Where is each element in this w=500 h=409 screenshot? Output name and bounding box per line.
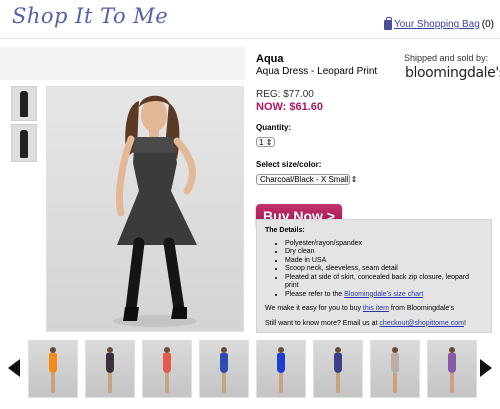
carousel-product-thumbnail[interactable] [427,340,477,398]
model-figure [390,347,400,395]
carousel-product-thumbnail[interactable] [256,340,306,398]
this-item-link[interactable]: this item [363,305,389,312]
details-item: Pleated at side of skirt, concealed back… [285,274,483,291]
model-figure [219,347,229,395]
product-name: Aqua Dress - Leopard Print [256,66,378,77]
bloomingdales-logo: bloomingdale's [405,65,500,81]
regular-price: REG: $77.00 [256,89,314,100]
carousel-prev-arrow-icon[interactable] [8,359,20,377]
product-brand: Aqua [256,53,284,65]
model-figure [48,347,58,395]
carousel-product-thumbnail[interactable] [199,340,249,398]
buy-note-prefix: We make it easy for you to buy [265,305,363,312]
quantity-select[interactable]: 1 ⇕ [256,137,276,147]
email-note-prefix: Still want to know more? Email us at [265,319,380,327]
main-product-photo [46,86,244,332]
select-arrows-icon: ⇕ [265,138,273,147]
seller-label: Shipped and sold by: [404,53,489,63]
details-list: Polyester/rayon/spandex Dry clean Made i… [285,240,483,300]
image-header-band [0,47,245,80]
details-item: Scoop neck, sleeveless, seam detail [285,265,483,274]
details-item: Polyester/rayon/spandex [285,240,483,249]
model-figure [105,347,115,395]
shopping-bag-count: (0) [481,19,494,30]
size-chart-prefix: Please refer to the [285,290,345,298]
shopping-bag-link[interactable]: Your Shopping Bag [394,19,480,30]
details-item-size-chart: Please refer to the Bloomingdale's size … [285,291,483,300]
carousel-next-arrow-icon[interactable] [480,359,492,377]
product-thumbnail-2[interactable] [11,124,37,162]
quantity-value: 1 [259,138,264,147]
size-color-label: Select size/color: [256,160,322,169]
size-chart-link[interactable]: Bloomingdale's size chart [344,291,423,298]
shopping-bag: Your Shopping Bag (0) [383,16,494,30]
product-info: Aqua Aqua Dress - Leopard Print REG: $77… [256,53,386,228]
model-illustration [113,95,197,327]
quantity-label: Quantity: [256,123,292,132]
size-color-select[interactable]: Charcoal/Black - X Small ⇕ [256,174,357,185]
details-item: Made in USA [285,257,483,266]
carousel-product-thumbnail[interactable] [142,340,192,398]
email-note: Still want to know more? Email us at che… [265,320,483,329]
model-figure [447,347,457,395]
select-arrows-icon: ⇕ [350,175,358,184]
model-figure [162,347,172,395]
site-logo[interactable]: Shop It To Me [12,4,168,28]
carousel-product-thumbnail[interactable] [313,340,363,398]
size-color-value: Charcoal/Black - X Small [260,175,349,184]
product-details-box: The Details: Polyester/rayon/spandex Dry… [256,219,492,333]
model-figure [333,347,343,395]
model-figure [20,91,28,117]
email-note-suffix: ! [463,319,466,327]
related-products-carousel [0,340,500,400]
product-thumbnail-1[interactable] [11,86,37,121]
buy-note: We make it easy for you to buy this item… [265,305,483,314]
carousel-product-thumbnail[interactable] [370,340,420,398]
carousel-product-thumbnail[interactable] [28,340,78,398]
checkout-email-link[interactable]: checkout@shopittome.com [379,320,464,327]
model-figure [276,347,286,395]
sale-price: NOW: $61.60 [256,101,324,113]
header-divider [0,38,500,39]
details-heading: The Details: [265,227,305,234]
details-item: Dry clean [285,248,483,257]
shopping-bag-icon[interactable] [383,16,392,30]
buy-note-suffix: from Bloomingdale's [388,305,455,312]
carousel-product-thumbnail[interactable] [85,340,135,398]
model-figure [20,130,28,158]
